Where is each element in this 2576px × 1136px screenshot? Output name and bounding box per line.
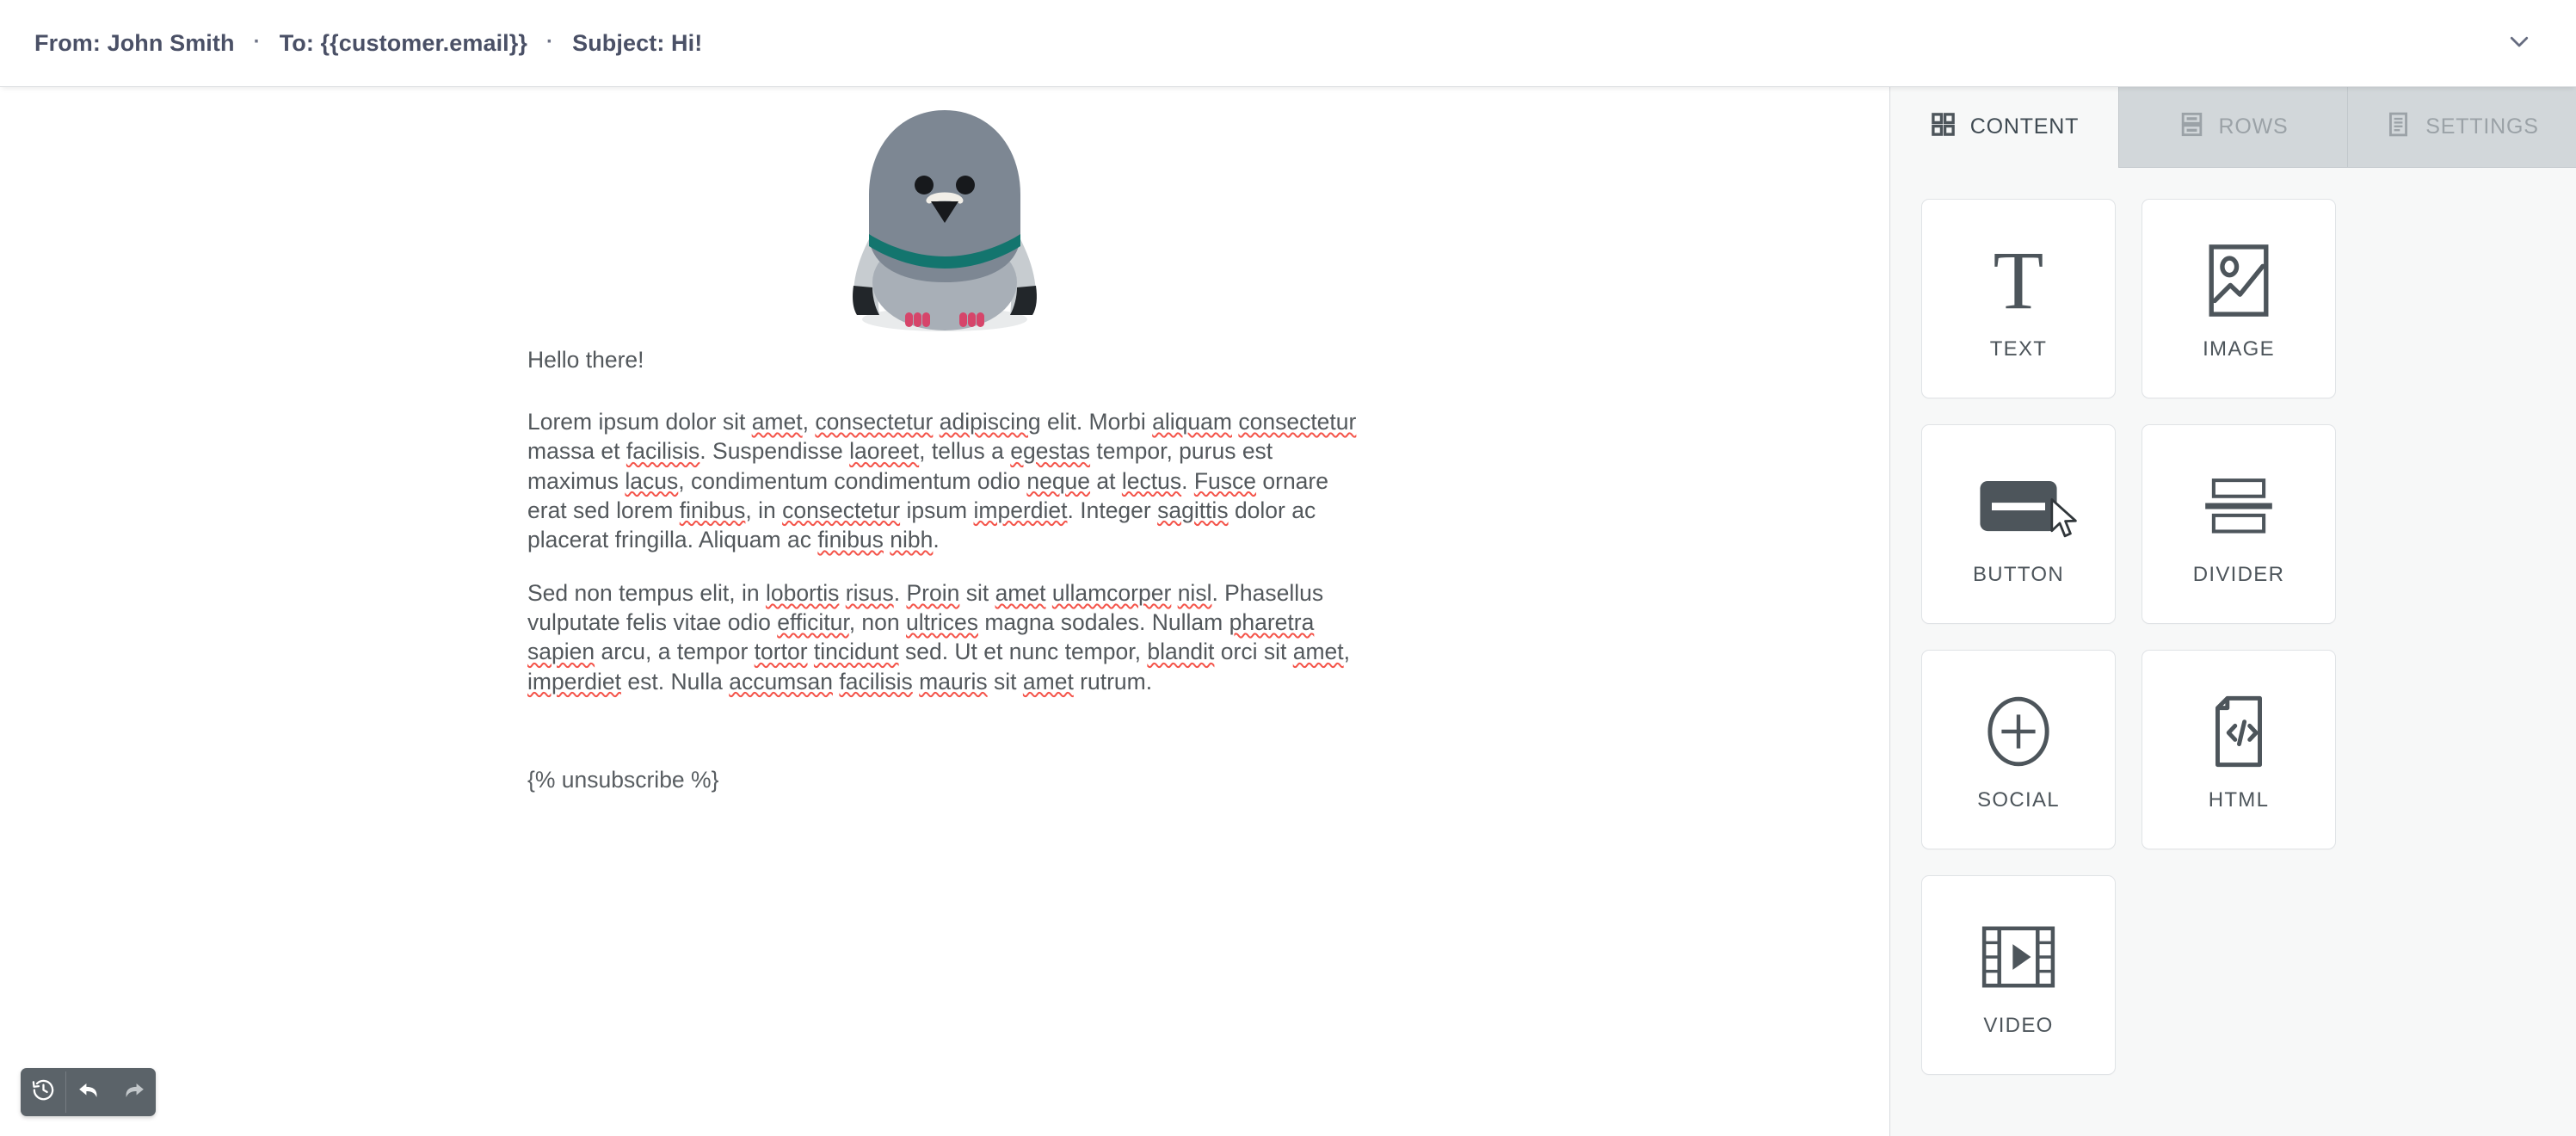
content-tile-video-label: VIDEO — [1983, 1014, 2054, 1037]
text-t-icon: T — [1993, 234, 2044, 326]
history-clock-icon — [31, 1077, 56, 1107]
history-button[interactable] — [21, 1068, 65, 1116]
content-tile-html[interactable]: HTML — [2142, 650, 2336, 849]
document-lines-icon — [2385, 111, 2412, 144]
pigeon-illustration-icon — [819, 105, 1070, 343]
email-meta-summary: From: John Smith · To: {{customer.email}… — [34, 30, 702, 57]
redo-arrow-icon — [120, 1077, 147, 1108]
email-text-block[interactable]: Hello there! Lorem ipsum dolor sit amet,… — [527, 345, 1362, 794]
email-body: Hello there! Lorem ipsum dolor sit amet,… — [527, 87, 1362, 818]
email-greeting: Hello there! — [527, 347, 644, 373]
content-tile-button-label: BUTTON — [1972, 563, 2065, 586]
email-paragraph-2: Sed non tempus elit, in lobortis risus. … — [527, 580, 1351, 695]
meta-separator-2: · — [546, 30, 554, 53]
button-icon — [1978, 461, 2059, 551]
tab-content-label: CONTENT — [1969, 114, 2080, 139]
divider-icon — [2203, 461, 2275, 551]
tab-rows[interactable]: ROWS — [2118, 87, 2347, 168]
subject-label: Subject: Hi! — [572, 29, 703, 56]
content-tile-image-label: IMAGE — [2203, 337, 2275, 361]
html-code-file-icon — [2210, 687, 2267, 776]
content-tile-divider[interactable]: DIVIDER — [2142, 424, 2336, 624]
rows-layout-icon — [2179, 111, 2205, 144]
tab-settings-label: SETTINGS — [2425, 114, 2539, 139]
content-tile-grid: T TEXT IMAGE BUTTON DIVIDER SOCIAL HTML … — [1890, 168, 2576, 1075]
content-tile-button[interactable]: BUTTON — [1921, 424, 2116, 624]
email-hero-image-block[interactable] — [527, 87, 1362, 345]
email-header-bar: From: John Smith · To: {{customer.email}… — [0, 0, 2576, 87]
undo-button[interactable] — [66, 1068, 111, 1116]
to-label: To: {{customer.email}} — [279, 29, 527, 56]
video-filmstrip-play-icon — [1981, 912, 2055, 1002]
from-label: From: John Smith — [34, 29, 235, 56]
editor-side-panel: CONTENT ROWS SETTINGS T TEXT IMAGE BUTTO… — [1889, 87, 2576, 1136]
content-tile-image[interactable]: IMAGE — [2142, 199, 2336, 398]
redo-button[interactable] — [111, 1068, 156, 1116]
tab-content[interactable]: CONTENT — [1890, 87, 2118, 168]
image-picture-icon — [2207, 236, 2271, 325]
social-plus-circle-icon — [1986, 687, 2051, 776]
content-tile-text[interactable]: T TEXT — [1921, 199, 2116, 398]
email-paragraph-1: Lorem ipsum dolor sit amet, consectetur … — [527, 409, 1357, 553]
panel-tab-bar: CONTENT ROWS SETTINGS — [1890, 87, 2576, 168]
content-tile-video[interactable]: VIDEO — [1921, 875, 2116, 1075]
content-tile-text-label: TEXT — [1989, 337, 2048, 361]
chevron-down-icon — [2506, 28, 2532, 59]
tab-settings[interactable]: SETTINGS — [2347, 87, 2576, 168]
grid-squares-icon — [1930, 111, 1957, 144]
email-unsubscribe-token: {% unsubscribe %} — [527, 766, 719, 793]
undo-arrow-icon — [76, 1077, 102, 1108]
meta-separator-1: · — [253, 30, 261, 53]
history-toolbar — [21, 1068, 156, 1116]
tab-rows-label: ROWS — [2218, 114, 2289, 139]
email-canvas[interactable]: Hello there! Lorem ipsum dolor sit amet,… — [0, 87, 1889, 1136]
content-tile-divider-label: DIVIDER — [2192, 563, 2285, 586]
email-editor-app: From: John Smith · To: {{customer.email}… — [0, 0, 2576, 1136]
content-tile-social[interactable]: SOCIAL — [1921, 650, 2116, 849]
content-tile-html-label: HTML — [2208, 788, 2270, 812]
content-tile-social-label: SOCIAL — [1977, 788, 2060, 812]
header-collapse-toggle[interactable] — [2500, 24, 2538, 62]
